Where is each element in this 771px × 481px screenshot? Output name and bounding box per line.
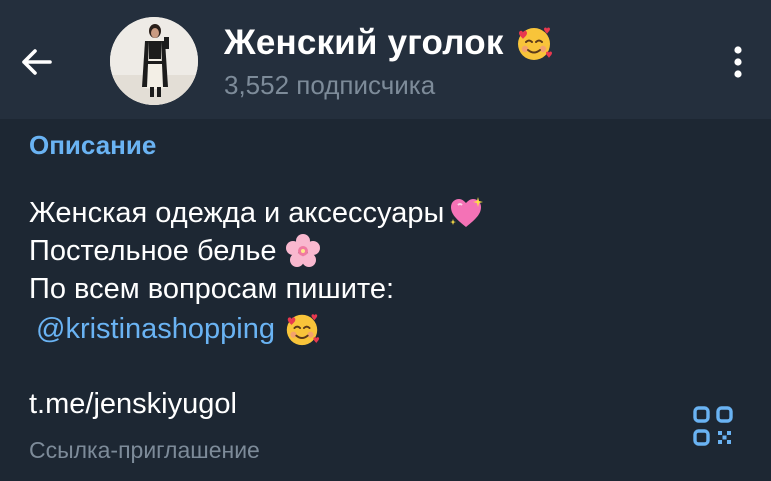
invite-link[interactable]: t.me/jenskiyugol [29, 388, 237, 421]
arrow-left-icon [22, 49, 52, 75]
description-line-2: Постельное белье [29, 232, 321, 270]
description-line-1: Женская одежда и аксессуары [29, 194, 484, 232]
more-options-button[interactable] [722, 40, 754, 84]
cherry-blossom-emoji [285, 234, 320, 267]
more-vertical-icon [734, 46, 742, 78]
channel-avatar[interactable] [110, 17, 198, 105]
smiling-face-with-hearts-emoji [286, 314, 320, 346]
description-line-3: По всем вопросам пишите: [29, 270, 394, 308]
description-text: По всем вопросам пишите: [29, 272, 395, 305]
mention-link[interactable]: @kristinashopping [36, 313, 275, 346]
description-text: Постельное белье [29, 234, 277, 267]
description-heading: Описание [29, 130, 157, 160]
invite-link-caption: Ссылка-приглашение [29, 437, 260, 463]
channel-header: Женский уголок 3,552 подписчика [0, 0, 771, 119]
channel-title: Женский уголок [224, 20, 554, 66]
qr-code-icon [693, 406, 733, 446]
avatar-photo [110, 17, 198, 105]
subscriber-count: 3,552 подписчика [224, 70, 436, 100]
channel-name: Женский уголок [224, 23, 504, 62]
qr-code-button[interactable] [690, 403, 736, 449]
smiling-face-with-hearts-emoji [517, 27, 552, 60]
sparkling-heart-emoji [450, 197, 484, 227]
description-text: Женская одежда и аксессуары [29, 196, 445, 229]
back-button[interactable] [14, 40, 58, 84]
description-line-4: @kristinashopping [36, 310, 321, 348]
